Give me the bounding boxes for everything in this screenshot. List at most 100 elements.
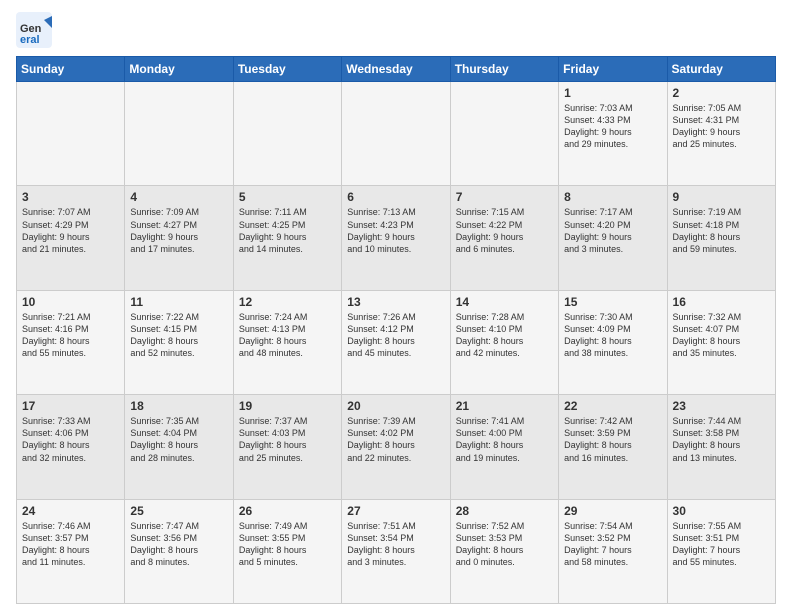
day-cell: 23Sunrise: 7:44 AM Sunset: 3:58 PM Dayli… bbox=[667, 395, 775, 499]
day-info: Sunrise: 7:32 AM Sunset: 4:07 PM Dayligh… bbox=[673, 311, 770, 360]
header-cell-friday: Friday bbox=[559, 57, 667, 82]
header-cell-wednesday: Wednesday bbox=[342, 57, 450, 82]
week-row-3: 17 Sunrise: 7:33 AM Sunset: 4:06 PM Dayli… bbox=[17, 395, 776, 499]
day-info: Sunrise: 7:55 AM Sunset: 3:51 PM Dayligh… bbox=[673, 520, 770, 569]
day-number: 12 bbox=[239, 295, 336, 309]
day-number: 11 bbox=[130, 295, 227, 309]
day-number: 14 bbox=[456, 295, 553, 309]
day-info: Sunrise: 7:41 AM Sunset: 4:00 PM Dayligh… bbox=[456, 415, 553, 464]
day-cell: 10 Sunrise: 7:21 AM Sunset: 4:16 PM Dayli… bbox=[17, 290, 125, 394]
day-cell: 1 Sunrise: 7:03 AM Sunset: 4:33 PM Daylig… bbox=[559, 82, 667, 186]
calendar: SundayMondayTuesdayWednesdayThursdayFrid… bbox=[16, 56, 776, 604]
day-number: 17 bbox=[22, 399, 119, 413]
day-cell: 6 Sunrise: 7:13 AM Sunset: 4:23 PM Daylig… bbox=[342, 186, 450, 290]
day-number: 9 bbox=[673, 190, 770, 204]
day-info: Sunrise: 7:07 AM Sunset: 4:29 PM Dayligh… bbox=[22, 206, 119, 255]
day-number: 6 bbox=[347, 190, 444, 204]
day-info: Sunrise: 7:21 AM Sunset: 4:16 PM Dayligh… bbox=[22, 311, 119, 360]
day-number: 20 bbox=[347, 399, 444, 413]
day-info: Sunrise: 7:35 AM Sunset: 4:04 PM Dayligh… bbox=[130, 415, 227, 464]
week-row-0: 1 Sunrise: 7:03 AM Sunset: 4:33 PM Daylig… bbox=[17, 82, 776, 186]
day-cell: 18 Sunrise: 7:35 AM Sunset: 4:04 PM Dayli… bbox=[125, 395, 233, 499]
day-number: 1 bbox=[564, 86, 661, 100]
header-row: SundayMondayTuesdayWednesdayThursdayFrid… bbox=[17, 57, 776, 82]
day-number: 26 bbox=[239, 504, 336, 518]
day-info: Sunrise: 7:09 AM Sunset: 4:27 PM Dayligh… bbox=[130, 206, 227, 255]
day-cell: 9 Sunrise: 7:19 AM Sunset: 4:18 PM Daylig… bbox=[667, 186, 775, 290]
day-cell: 27 Sunrise: 7:51 AM Sunset: 3:54 PM Dayli… bbox=[342, 499, 450, 603]
day-number: 13 bbox=[347, 295, 444, 309]
day-number: 5 bbox=[239, 190, 336, 204]
day-number: 7 bbox=[456, 190, 553, 204]
day-cell: 16Sunrise: 7:32 AM Sunset: 4:07 PM Dayli… bbox=[667, 290, 775, 394]
day-info: Sunrise: 7:47 AM Sunset: 3:56 PM Dayligh… bbox=[130, 520, 227, 569]
day-cell: 14Sunrise: 7:28 AM Sunset: 4:10 PM Dayli… bbox=[450, 290, 558, 394]
day-cell: 17 Sunrise: 7:33 AM Sunset: 4:06 PM Dayli… bbox=[17, 395, 125, 499]
day-info: Sunrise: 7:11 AM Sunset: 4:25 PM Dayligh… bbox=[239, 206, 336, 255]
day-cell: 12 Sunrise: 7:24 AM Sunset: 4:13 PM Dayli… bbox=[233, 290, 341, 394]
day-number: 27 bbox=[347, 504, 444, 518]
day-number: 18 bbox=[130, 399, 227, 413]
day-number: 24 bbox=[22, 504, 119, 518]
day-number: 25 bbox=[130, 504, 227, 518]
day-info: Sunrise: 7:33 AM Sunset: 4:06 PM Dayligh… bbox=[22, 415, 119, 464]
day-info: Sunrise: 7:13 AM Sunset: 4:23 PM Dayligh… bbox=[347, 206, 444, 255]
day-cell: 21 Sunrise: 7:41 AM Sunset: 4:00 PM Dayli… bbox=[450, 395, 558, 499]
day-info: Sunrise: 7:51 AM Sunset: 3:54 PM Dayligh… bbox=[347, 520, 444, 569]
logo-icon: Gen eral bbox=[16, 12, 52, 48]
day-cell: 5 Sunrise: 7:11 AM Sunset: 4:25 PM Daylig… bbox=[233, 186, 341, 290]
header: Gen eral bbox=[16, 12, 776, 48]
day-cell: 7 Sunrise: 7:15 AM Sunset: 4:22 PM Daylig… bbox=[450, 186, 558, 290]
day-info: Sunrise: 7:30 AM Sunset: 4:09 PM Dayligh… bbox=[564, 311, 661, 360]
day-cell: 13Sunrise: 7:26 AM Sunset: 4:12 PM Dayli… bbox=[342, 290, 450, 394]
day-number: 21 bbox=[456, 399, 553, 413]
day-cell: 3Sunrise: 7:07 AM Sunset: 4:29 PM Daylig… bbox=[17, 186, 125, 290]
day-info: Sunrise: 7:44 AM Sunset: 3:58 PM Dayligh… bbox=[673, 415, 770, 464]
header-cell-saturday: Saturday bbox=[667, 57, 775, 82]
day-number: 29 bbox=[564, 504, 661, 518]
svg-text:eral: eral bbox=[20, 34, 40, 46]
day-info: Sunrise: 7:52 AM Sunset: 3:53 PM Dayligh… bbox=[456, 520, 553, 569]
day-cell: 29 Sunrise: 7:54 AM Sunset: 3:52 PM Dayli… bbox=[559, 499, 667, 603]
header-cell-monday: Monday bbox=[125, 57, 233, 82]
day-number: 10 bbox=[22, 295, 119, 309]
day-cell bbox=[450, 82, 558, 186]
day-info: Sunrise: 7:49 AM Sunset: 3:55 PM Dayligh… bbox=[239, 520, 336, 569]
day-cell: 24 Sunrise: 7:46 AM Sunset: 3:57 PM Dayli… bbox=[17, 499, 125, 603]
week-row-4: 24 Sunrise: 7:46 AM Sunset: 3:57 PM Dayli… bbox=[17, 499, 776, 603]
day-info: Sunrise: 7:17 AM Sunset: 4:20 PM Dayligh… bbox=[564, 206, 661, 255]
day-cell bbox=[125, 82, 233, 186]
day-number: 4 bbox=[130, 190, 227, 204]
day-info: Sunrise: 7:15 AM Sunset: 4:22 PM Dayligh… bbox=[456, 206, 553, 255]
day-info: Sunrise: 7:39 AM Sunset: 4:02 PM Dayligh… bbox=[347, 415, 444, 464]
day-cell: 26 Sunrise: 7:49 AM Sunset: 3:55 PM Dayli… bbox=[233, 499, 341, 603]
day-cell: 25 Sunrise: 7:47 AM Sunset: 3:56 PM Dayli… bbox=[125, 499, 233, 603]
week-row-1: 3Sunrise: 7:07 AM Sunset: 4:29 PM Daylig… bbox=[17, 186, 776, 290]
day-cell bbox=[342, 82, 450, 186]
day-info: Sunrise: 7:05 AM Sunset: 4:31 PM Dayligh… bbox=[673, 102, 770, 151]
day-number: 19 bbox=[239, 399, 336, 413]
day-cell: 28 Sunrise: 7:52 AM Sunset: 3:53 PM Dayli… bbox=[450, 499, 558, 603]
day-cell: 20 Sunrise: 7:39 AM Sunset: 4:02 PM Dayli… bbox=[342, 395, 450, 499]
day-info: Sunrise: 7:03 AM Sunset: 4:33 PM Dayligh… bbox=[564, 102, 661, 151]
day-cell: 2 Sunrise: 7:05 AM Sunset: 4:31 PM Daylig… bbox=[667, 82, 775, 186]
page: Gen eral SundayMondayTuesdayWednesdayThu… bbox=[0, 0, 792, 612]
day-info: Sunrise: 7:37 AM Sunset: 4:03 PM Dayligh… bbox=[239, 415, 336, 464]
day-info: Sunrise: 7:42 AM Sunset: 3:59 PM Dayligh… bbox=[564, 415, 661, 464]
day-number: 28 bbox=[456, 504, 553, 518]
week-row-2: 10 Sunrise: 7:21 AM Sunset: 4:16 PM Dayli… bbox=[17, 290, 776, 394]
day-cell: 19 Sunrise: 7:37 AM Sunset: 4:03 PM Dayli… bbox=[233, 395, 341, 499]
day-info: Sunrise: 7:54 AM Sunset: 3:52 PM Dayligh… bbox=[564, 520, 661, 569]
day-info: Sunrise: 7:46 AM Sunset: 3:57 PM Dayligh… bbox=[22, 520, 119, 569]
day-number: 2 bbox=[673, 86, 770, 100]
day-info: Sunrise: 7:19 AM Sunset: 4:18 PM Dayligh… bbox=[673, 206, 770, 255]
day-cell: 30 Sunrise: 7:55 AM Sunset: 3:51 PM Dayli… bbox=[667, 499, 775, 603]
header-cell-sunday: Sunday bbox=[17, 57, 125, 82]
day-cell: 8Sunrise: 7:17 AM Sunset: 4:20 PM Daylig… bbox=[559, 186, 667, 290]
logo: Gen eral bbox=[16, 12, 56, 48]
day-info: Sunrise: 7:24 AM Sunset: 4:13 PM Dayligh… bbox=[239, 311, 336, 360]
day-cell: 15Sunrise: 7:30 AM Sunset: 4:09 PM Dayli… bbox=[559, 290, 667, 394]
calendar-table: SundayMondayTuesdayWednesdayThursdayFrid… bbox=[16, 56, 776, 604]
day-number: 30 bbox=[673, 504, 770, 518]
day-cell: 11Sunrise: 7:22 AM Sunset: 4:15 PM Dayli… bbox=[125, 290, 233, 394]
